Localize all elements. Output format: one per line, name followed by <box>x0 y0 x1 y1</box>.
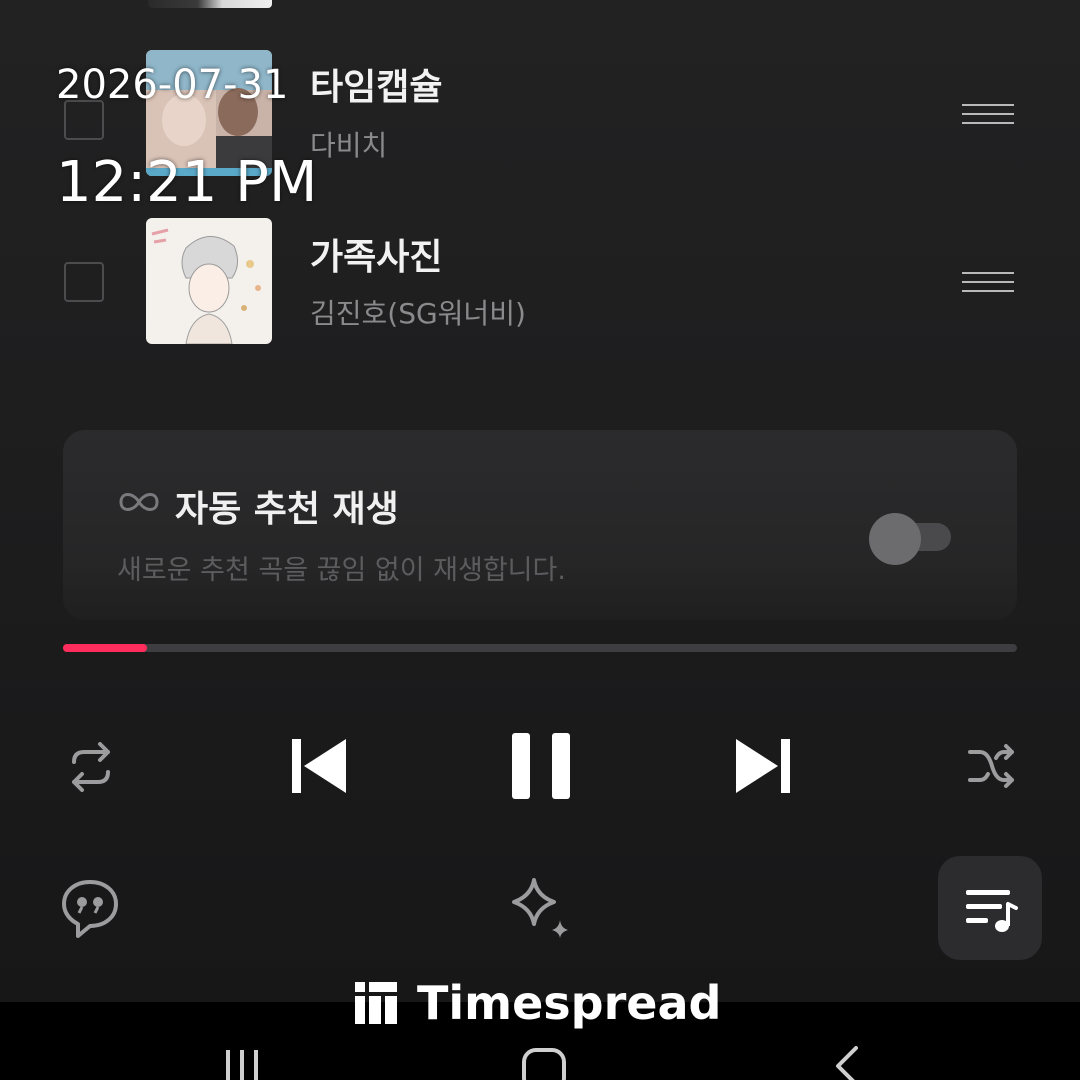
pause-icon[interactable] <box>510 731 572 801</box>
previous-icon[interactable] <box>290 737 348 795</box>
playlist-button[interactable] <box>938 856 1042 960</box>
shuffle-icon[interactable] <box>966 742 1018 792</box>
sparkle-icon[interactable] <box>508 876 572 938</box>
drag-handle-icon[interactable] <box>962 272 1014 294</box>
autoplay-toggle[interactable] <box>867 513 951 565</box>
song-artist: 다비치 <box>310 129 388 162</box>
song-title: 타임캡슐 <box>310 67 443 108</box>
home-icon[interactable] <box>520 1046 568 1080</box>
brand-logo-icon <box>355 982 397 1024</box>
playback-progress-bar[interactable] <box>63 644 1017 652</box>
song-title: 가족사진 <box>310 237 443 278</box>
cover-art <box>146 218 272 344</box>
next-icon[interactable] <box>734 737 792 795</box>
queue-item-checkbox[interactable] <box>64 262 104 302</box>
playback-progress-fill <box>63 644 147 652</box>
autoplay-description: 새로운 추천 곡을 끊임 없이 재생합니다. <box>117 555 566 586</box>
autoplay-card: 자동 추천 재생 새로운 추천 곡을 끊임 없이 재생합니다. <box>63 430 1017 620</box>
infinity-icon <box>119 493 159 511</box>
autoplay-title: 자동 추천 재생 <box>175 489 399 530</box>
recent-apps-icon[interactable] <box>222 1048 262 1080</box>
queue-item-2[interactable]: 가족사진 김진호(SG워너비) <box>0 216 1080 346</box>
date-label: 2026-07-31 <box>56 62 289 108</box>
cover-art-previous <box>148 0 272 8</box>
playlist-icon <box>966 890 1018 932</box>
back-icon[interactable] <box>830 1046 864 1080</box>
timestamp-overlay: 2026-07-31 12:21 PM <box>56 62 317 215</box>
repeat-icon[interactable] <box>64 742 118 792</box>
drag-handle-icon[interactable] <box>962 104 1014 126</box>
brand-name: Timespread <box>417 976 722 1030</box>
song-artist: 김진호(SG워너비) <box>310 297 526 330</box>
time-label: 12:21 PM <box>56 150 318 215</box>
lyrics-icon[interactable] <box>60 878 120 940</box>
